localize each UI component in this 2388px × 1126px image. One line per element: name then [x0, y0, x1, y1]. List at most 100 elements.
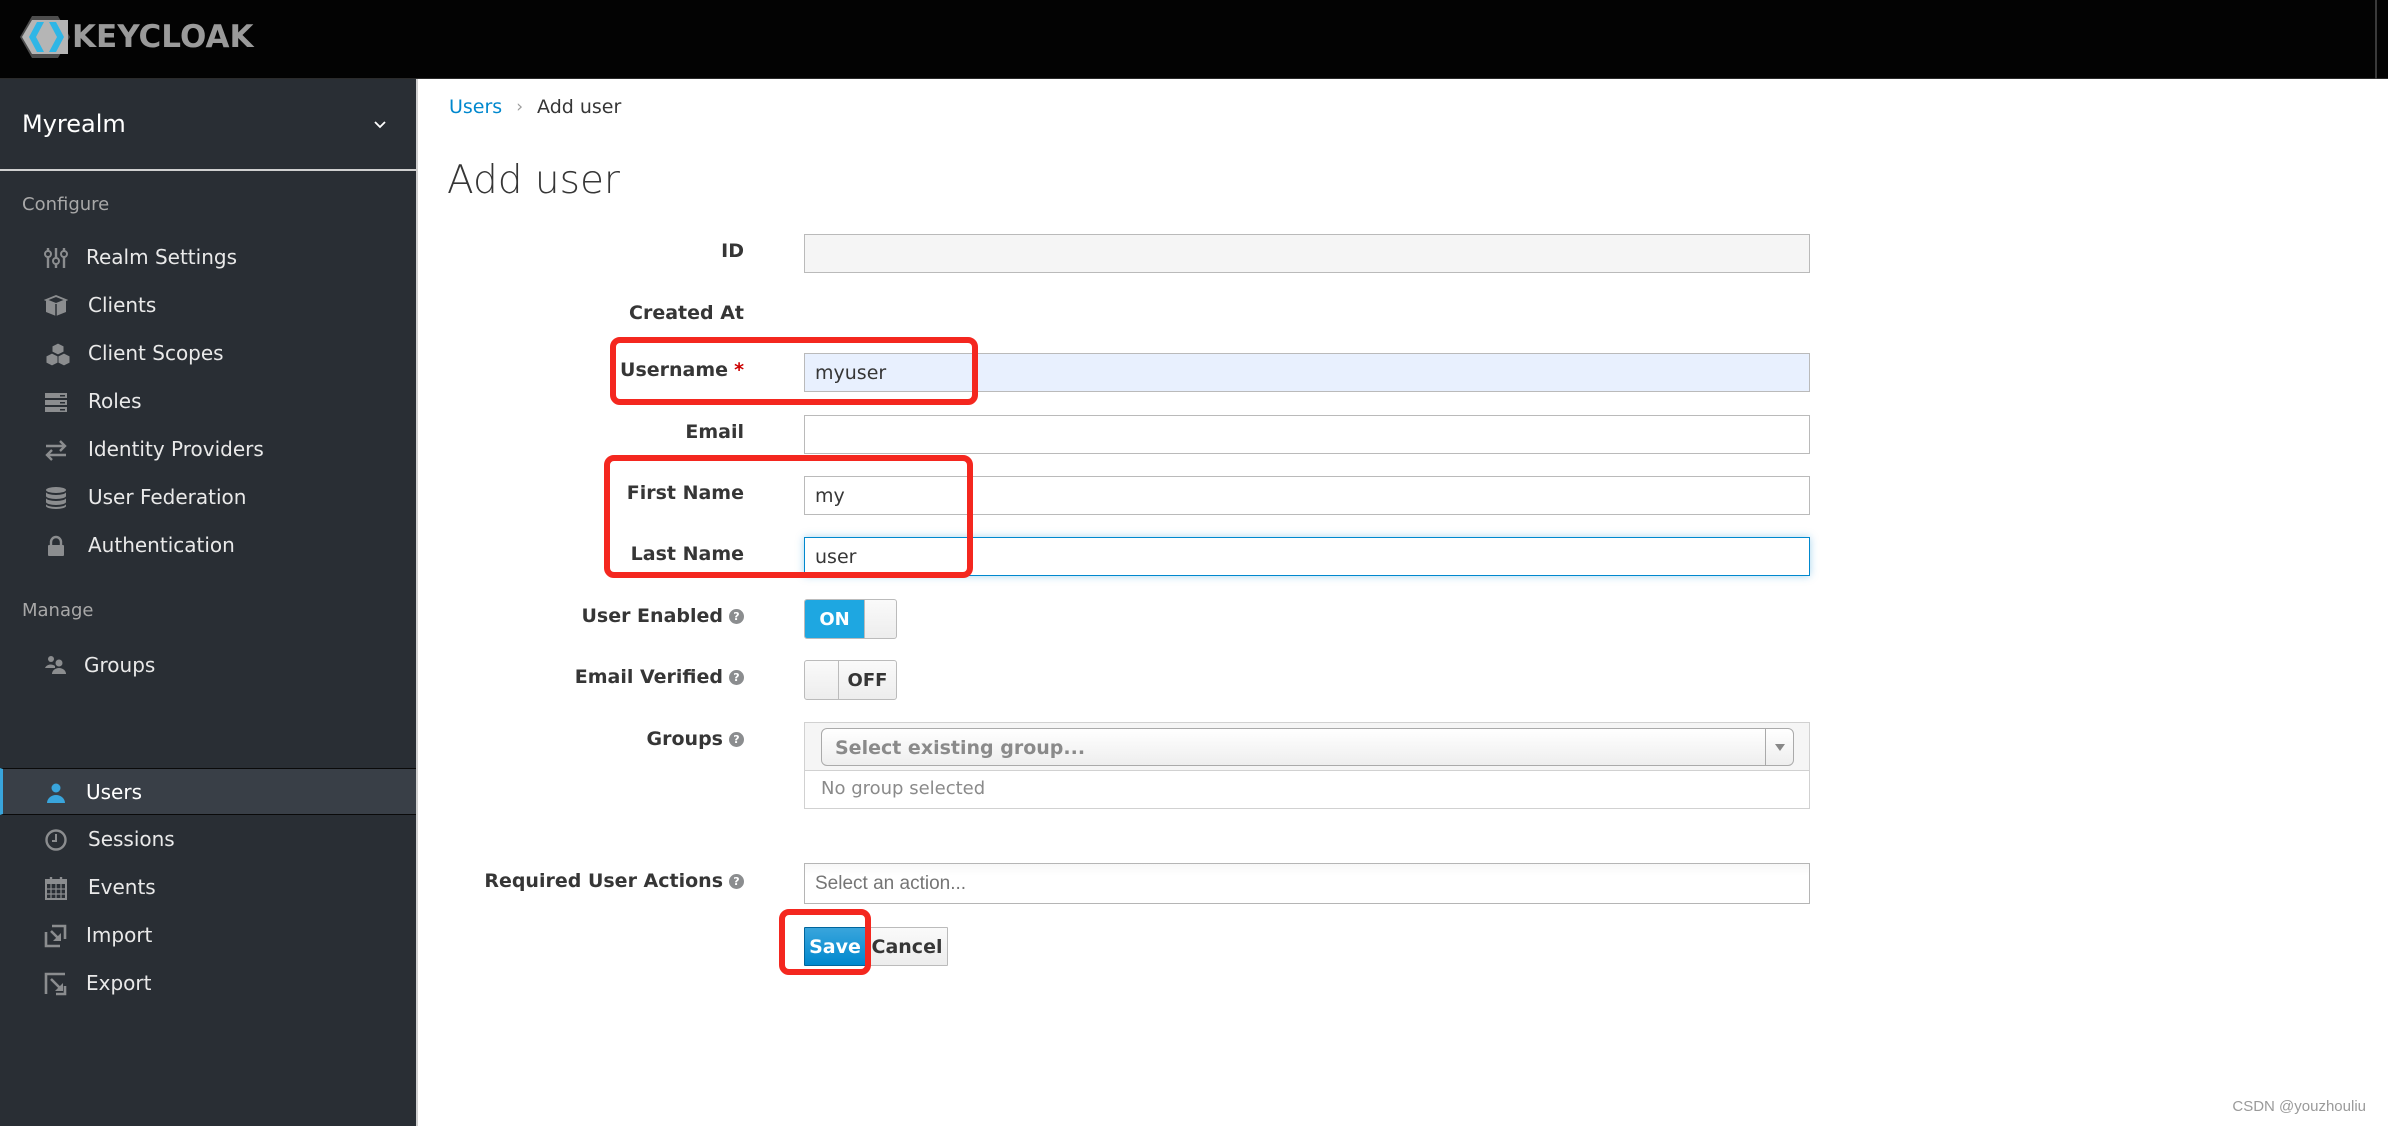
realm-name: Myrealm — [22, 110, 126, 138]
sidebar-item-events[interactable]: Events — [0, 864, 416, 911]
toggle-handle — [805, 661, 839, 699]
lock-icon — [48, 535, 64, 556]
first-name-label: First Name — [627, 482, 744, 504]
groups-label-text: Groups — [646, 728, 723, 750]
exchange-icon — [45, 440, 67, 461]
last-name-label-text: Last Name — [630, 543, 744, 565]
user-enabled-label-text: User Enabled — [581, 605, 723, 627]
sidebar-item-label: Events — [88, 875, 156, 899]
email-verified-label: Email Verified? — [575, 666, 744, 688]
user-icon — [47, 783, 65, 803]
breadcrumb-current: Add user — [537, 96, 622, 118]
cubes-icon — [45, 342, 71, 366]
user-enabled-toggle[interactable]: ON — [804, 599, 897, 639]
logo-text: KEYCLOAK — [72, 19, 254, 55]
calendar-icon — [45, 877, 67, 900]
dropdown-arrow-button[interactable] — [1765, 729, 1793, 765]
required-actions-label: Required User Actions? — [484, 870, 744, 892]
section-title-manage: Manage — [22, 600, 94, 621]
groups-label: Groups? — [647, 728, 744, 750]
sidebar-item-clients[interactable]: Clients — [0, 282, 416, 329]
group-select-placeholder: Select existing group... — [835, 737, 1086, 759]
chevron-down-icon — [374, 121, 386, 129]
sidebar-item-import[interactable]: Import — [0, 912, 416, 959]
sidebar-item-label: Roles — [88, 389, 142, 413]
sidebar: Myrealm Configure Realm Settings Clients — [0, 79, 418, 1126]
username-label: Username * — [620, 359, 744, 381]
sidebar-item-groups[interactable]: Groups — [0, 642, 416, 689]
sliders-icon — [44, 248, 68, 268]
save-button[interactable]: Save — [804, 927, 866, 966]
sidebar-item-label: User Federation — [88, 485, 247, 509]
sidebar-item-label: Identity Providers — [88, 437, 264, 461]
sidebar-item-label: Client Scopes — [88, 341, 224, 365]
first-name-field[interactable] — [804, 476, 1810, 515]
email-verified-label-text: Email Verified — [574, 666, 723, 688]
help-icon[interactable]: ? — [729, 873, 744, 889]
username-label-text: Username — [620, 359, 729, 381]
help-icon[interactable]: ? — [729, 608, 744, 624]
sidebar-item-label: Import — [86, 923, 153, 947]
export-icon — [44, 972, 67, 996]
help-icon[interactable]: ? — [729, 669, 744, 685]
sidebar-item-realm-settings[interactable]: Realm Settings — [0, 234, 416, 281]
first-name-label-text: First Name — [626, 482, 744, 504]
cancel-button[interactable]: Cancel — [866, 927, 948, 966]
email-label-text: Email — [685, 421, 744, 443]
caret-down-icon — [1774, 743, 1785, 751]
no-group-selected-text: No group selected — [821, 778, 986, 799]
required-actions-label-text: Required User Actions — [484, 870, 723, 892]
realm-selector[interactable]: Myrealm — [0, 79, 416, 171]
sidebar-item-user-federation[interactable]: User Federation — [0, 474, 416, 521]
toggle-handle — [864, 600, 896, 638]
email-field[interactable] — [804, 415, 1810, 454]
sidebar-item-label: Sessions — [88, 827, 175, 851]
sidebar-item-label: Realm Settings — [86, 245, 237, 269]
keycloak-hexagon-logo-icon — [20, 16, 70, 58]
clock-icon — [45, 829, 67, 851]
last-name-field[interactable] — [804, 537, 1810, 576]
groups-select-row: Select existing group... — [805, 723, 1809, 771]
server-stack-icon — [45, 393, 67, 412]
sidebar-item-client-scopes[interactable]: Client Scopes — [0, 330, 416, 377]
sidebar-item-identity-providers[interactable]: Identity Providers — [0, 426, 416, 473]
sidebar-item-authentication[interactable]: Authentication — [0, 522, 416, 569]
database-icon — [46, 487, 66, 509]
user-enabled-label: User Enabled? — [581, 605, 744, 627]
sidebar-item-roles[interactable]: Roles — [0, 378, 416, 425]
breadcrumb-separator: › — [516, 97, 524, 117]
created-at-label: Created At — [629, 302, 744, 324]
top-navbar: KEYCLOAK — [0, 0, 2388, 79]
sidebar-item-users[interactable]: Users — [0, 768, 416, 815]
scrollbar-edge — [2375, 0, 2377, 79]
toggle-off-label: OFF — [847, 669, 888, 691]
last-name-label: Last Name — [631, 543, 744, 565]
breadcrumb-users-link[interactable]: Users — [449, 96, 502, 118]
groups-picker: Select existing group... No group select… — [804, 722, 1810, 809]
section-title-configure: Configure — [22, 194, 110, 215]
sidebar-item-label: Export — [86, 971, 152, 995]
id-field[interactable] — [804, 234, 1810, 273]
created-at-label-text: Created At — [629, 302, 744, 324]
sidebar-item-label: Users — [86, 780, 143, 804]
sidebar-item-sessions[interactable]: Sessions — [0, 816, 416, 863]
group-select-dropdown[interactable]: Select existing group... — [821, 728, 1794, 766]
sidebar-item-label: Clients — [88, 293, 157, 317]
sidebar-item-label: Groups — [84, 653, 156, 677]
cube-icon — [44, 295, 68, 316]
id-label: ID — [721, 240, 744, 262]
help-icon[interactable]: ? — [729, 731, 744, 747]
required-actions-input[interactable] — [804, 863, 1810, 904]
email-verified-toggle[interactable]: OFF — [804, 660, 897, 700]
sidebar-item-label: Authentication — [88, 533, 235, 557]
sidebar-item-export[interactable]: Export — [0, 960, 416, 1007]
page-title: Add user — [447, 158, 620, 203]
required-asterisk: * — [734, 359, 744, 381]
keycloak-logo[interactable]: KEYCLOAK — [20, 14, 253, 60]
breadcrumb: Users › Add user — [449, 96, 621, 118]
toggle-on-label: ON — [805, 600, 864, 638]
username-field[interactable] — [804, 353, 1810, 392]
watermark: CSDN @youzhouliu — [2232, 1098, 2366, 1115]
id-label-text: ID — [721, 240, 744, 262]
email-label: Email — [685, 421, 744, 443]
